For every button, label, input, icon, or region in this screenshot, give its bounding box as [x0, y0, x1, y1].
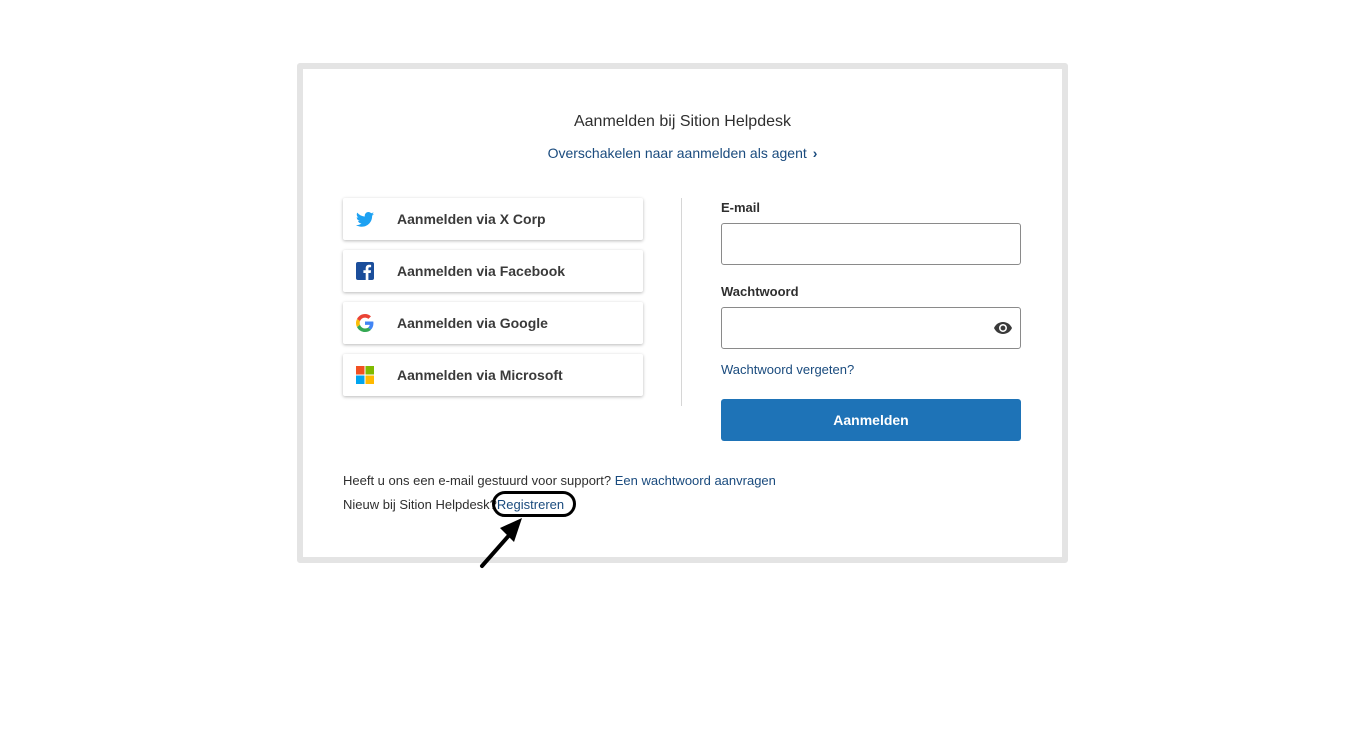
- annotation-arrow-icon: [480, 518, 522, 568]
- google-g-icon: [355, 313, 375, 333]
- switch-to-agent-label: Overschakelen naar aanmelden als agent: [547, 145, 807, 161]
- login-google-button[interactable]: Aanmelden via Google: [343, 302, 643, 344]
- login-facebook-label: Aanmelden via Facebook: [397, 263, 566, 279]
- facebook-f-icon: [355, 261, 375, 281]
- forgot-password-link[interactable]: Wachtwoord vergeten?: [721, 362, 1021, 377]
- login-footer: Heeft u ons een e-mail gestuurd voor sup…: [343, 469, 776, 517]
- twitter-bird-icon: [355, 209, 375, 229]
- microsoft-logo-icon: [355, 365, 375, 385]
- support-line: Heeft u ons een e-mail gestuurd voor sup…: [343, 469, 776, 493]
- email-field-wrapper: [721, 223, 1021, 265]
- login-form: E-mail Wachtwoord Wachtwoord vergeten? A…: [721, 200, 1021, 441]
- login-card: Aanmelden bij Sition Helpdesk Overschake…: [297, 63, 1068, 563]
- login-x-corp-label: Aanmelden via X Corp: [397, 211, 546, 227]
- social-login-list: Aanmelden via X Corp Aanmelden via Faceb…: [343, 198, 643, 406]
- request-password-link[interactable]: Een wachtwoord aanvragen: [615, 473, 776, 488]
- login-microsoft-label: Aanmelden via Microsoft: [397, 367, 563, 383]
- login-x-corp-button[interactable]: Aanmelden via X Corp: [343, 198, 643, 240]
- password-label: Wachtwoord: [721, 284, 799, 299]
- password-field-wrapper: [721, 307, 1021, 349]
- vertical-divider: [681, 198, 682, 406]
- new-user-text: Nieuw bij Sition Helpdesk?: [343, 497, 497, 512]
- support-text: Heeft u ons een e-mail gestuurd voor sup…: [343, 473, 612, 488]
- email-label: E-mail: [721, 200, 761, 215]
- register-line: Nieuw bij Sition Helpdesk?Registreren: [343, 491, 776, 517]
- switch-to-agent-link[interactable]: Overschakelen naar aanmelden als agent ›: [303, 145, 1062, 161]
- chevron-right-icon: ›: [812, 145, 818, 161]
- page-title: Aanmelden bij Sition Helpdesk: [573, 113, 791, 130]
- login-facebook-button[interactable]: Aanmelden via Facebook: [343, 250, 643, 292]
- password-field[interactable]: [722, 308, 1020, 348]
- login-google-label: Aanmelden via Google: [397, 315, 548, 331]
- login-microsoft-button[interactable]: Aanmelden via Microsoft: [343, 354, 643, 396]
- show-password-eye-icon[interactable]: [994, 321, 1012, 335]
- login-submit-button[interactable]: Aanmelden: [721, 399, 1021, 441]
- register-link[interactable]: Registreren: [497, 497, 564, 512]
- email-field[interactable]: [722, 224, 1020, 264]
